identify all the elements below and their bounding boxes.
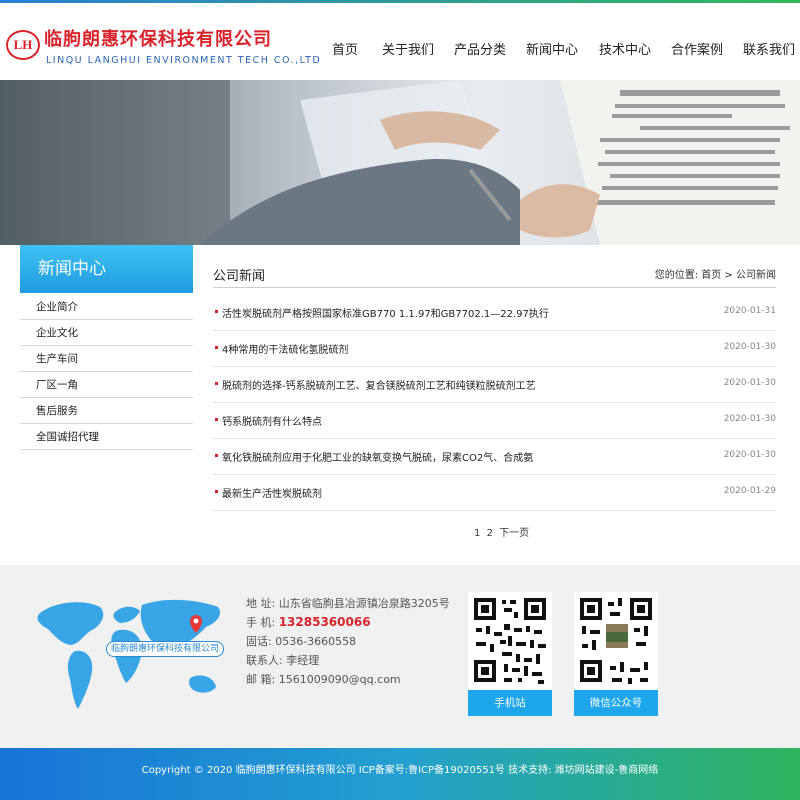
news-title[interactable]: 脱硫剂的选择-钙系脱硫剂工艺、复合镁脱硫剂工艺和纯镁粒脱硫剂工艺 xyxy=(222,377,536,392)
nav-tech[interactable]: 技术中心 xyxy=(599,39,651,59)
qr-label-wechat[interactable]: 微信公众号 xyxy=(574,690,658,716)
mobile-number[interactable]: 13285360066 xyxy=(279,615,371,629)
site-footer: 临朐朗惠环保科技有限公司 地 址: 山东省临朐县冶源镇冶泉路3205号 手 机:… xyxy=(0,565,800,748)
next-page-link[interactable]: 下一页 xyxy=(499,528,529,539)
news-date: 2020-01-29 xyxy=(723,486,776,496)
nav-products[interactable]: 产品分类 xyxy=(454,39,506,59)
company-name[interactable]: 临朐朗惠环保科技有限公司 xyxy=(44,25,272,51)
sidebar-item-factory[interactable]: 厂区一角 xyxy=(20,372,193,398)
sidebar-item-workshop[interactable]: 生产车间 xyxy=(20,346,193,372)
news-title[interactable]: 活性炭脱硫剂严格按照国家标准GB770 1.1.97和GB7702.1—22.9… xyxy=(222,305,549,320)
news-title[interactable]: 氧化铁脱硫剂应用于化肥工业的缺氧变换气脱硫，尿素CO2气、合成氨 xyxy=(222,449,533,464)
bullet-icon xyxy=(215,490,218,493)
title-divider xyxy=(213,287,776,288)
bullet-icon xyxy=(215,346,218,349)
news-item[interactable]: 钙系脱硫剂有什么特点 2020-01-30 xyxy=(213,403,776,439)
news-date: 2020-01-30 xyxy=(723,450,776,460)
mobile-label: 手 机: xyxy=(246,616,279,629)
page-title: 公司新闻 xyxy=(213,269,266,284)
mobile-row: 手 机: 13285360066 xyxy=(246,614,371,630)
breadcrumb[interactable]: 您的位置: 首页 > 公司新闻 xyxy=(655,266,776,281)
news-date: 2020-01-30 xyxy=(723,378,776,388)
address-text: 地 址: 山东省临朐县冶源镇冶泉路3205号 xyxy=(246,597,450,610)
news-title[interactable]: 钙系脱硫剂有什么特点 xyxy=(222,413,322,428)
sidebar-item-service[interactable]: 售后服务 xyxy=(20,398,193,424)
wechat-qr[interactable]: 微信公众号 xyxy=(574,592,658,716)
news-title[interactable]: 最新生产活性炭脱硫剂 xyxy=(222,485,322,500)
bullet-icon xyxy=(215,382,218,385)
nav-about[interactable]: 关于我们 xyxy=(382,39,434,59)
contact-text: 联系人: 李经理 xyxy=(246,654,320,667)
bullet-icon xyxy=(215,310,218,313)
world-map-icon: 临朐朗惠环保科技有限公司 xyxy=(30,593,230,722)
bullet-icon xyxy=(215,418,218,421)
banner-image xyxy=(0,80,800,245)
bullet-icon xyxy=(215,454,218,457)
news-item[interactable]: 4种常用的干法硫化氢脱硫剂 2020-01-30 xyxy=(213,331,776,367)
site-header: LH 临朐朗惠环保科技有限公司 LINQU LANGHUI ENVIRONMEN… xyxy=(0,3,800,80)
company-name-en: LINQU LANGHUI ENVIRONMENT TECH CO.,LTD xyxy=(46,55,322,66)
map-company-label: 临朐朗惠环保科技有限公司 xyxy=(106,641,225,657)
nav-home[interactable]: 首页 xyxy=(332,39,358,59)
qr-code-icon xyxy=(574,592,658,690)
page-1-link[interactable]: 1 xyxy=(474,528,480,539)
qr-code-icon xyxy=(468,592,552,690)
phone-text: 固话: 0536-3660558 xyxy=(246,635,357,648)
news-item[interactable]: 氧化铁脱硫剂应用于化肥工业的缺氧变换气脱硫，尿素CO2气、合成氨 2020-01… xyxy=(213,439,776,475)
news-date: 2020-01-31 xyxy=(723,306,776,316)
logo-icon[interactable]: LH xyxy=(6,30,40,60)
nav-news[interactable]: 新闻中心 xyxy=(526,39,578,59)
news-date: 2020-01-30 xyxy=(723,342,776,352)
sidebar-item-culture[interactable]: 企业文化 xyxy=(20,320,193,346)
qr-label-mobile[interactable]: 手机站 xyxy=(468,690,552,716)
sidebar-title: 新闻中心 xyxy=(20,245,193,293)
nav-cases[interactable]: 合作案例 xyxy=(671,39,723,59)
page-2-link[interactable]: 2 xyxy=(487,528,493,539)
news-title[interactable]: 4种常用的干法硫化氢脱硫剂 xyxy=(222,341,348,356)
sidebar-item-profile[interactable]: 企业简介 xyxy=(20,294,193,320)
email-text[interactable]: 邮 箱: 1561009090@qq.com xyxy=(246,671,401,687)
news-item[interactable]: 脱硫剂的选择-钙系脱硫剂工艺、复合镁脱硫剂工艺和纯镁粒脱硫剂工艺 2020-01… xyxy=(213,367,776,403)
news-date: 2020-01-30 xyxy=(723,414,776,424)
news-item[interactable]: 活性炭脱硫剂严格按照国家标准GB770 1.1.97和GB7702.1—22.9… xyxy=(213,295,776,331)
copyright-bar: Copyright © 2020 临朐朗惠环保科技有限公司 ICP备案号:鲁IC… xyxy=(0,748,800,800)
news-item[interactable]: 最新生产活性炭脱硫剂 2020-01-29 xyxy=(213,475,776,511)
nav-contact[interactable]: 联系我们 xyxy=(743,39,795,59)
sidebar-item-agents[interactable]: 全国诚招代理 xyxy=(20,424,193,450)
mobile-site-qr[interactable]: 手机站 xyxy=(468,592,552,716)
pagination: 1 2 下一页 xyxy=(474,524,532,539)
